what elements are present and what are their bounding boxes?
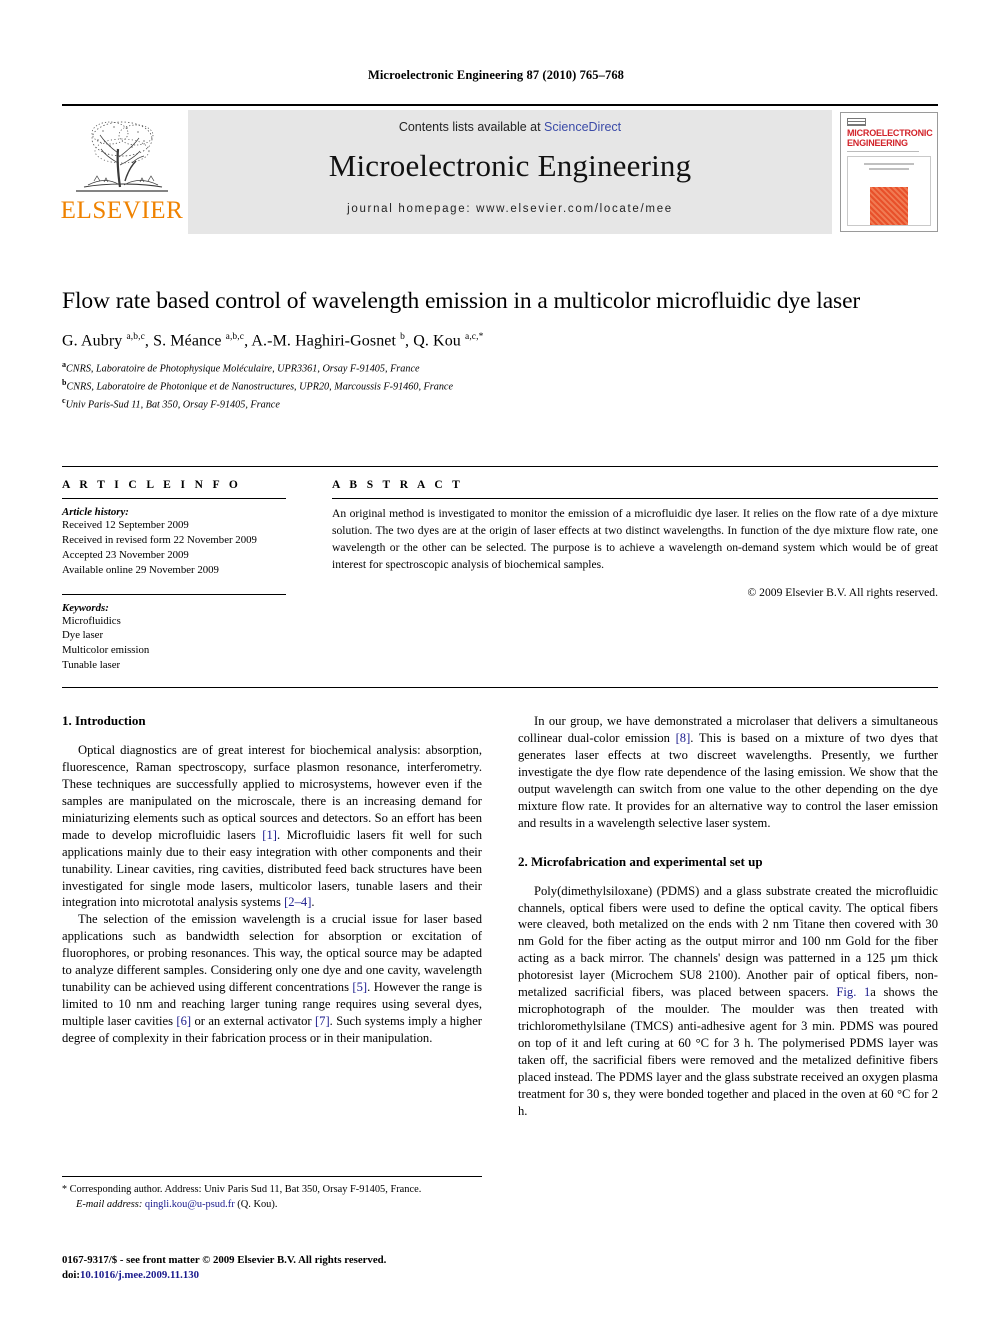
- affiliation-item: aCNRS, Laboratoire de Photophysique Molé…: [62, 360, 420, 375]
- article-history-item: Available online 29 November 2009: [62, 563, 219, 576]
- info-abstract-band: A R T I C L E I N F O Article history: R…: [62, 466, 938, 689]
- affiliation-item: bCNRS, Laboratoire de Photonique et de N…: [62, 378, 453, 393]
- cover-text-line: [869, 168, 909, 170]
- article-info-heading: A R T I C L E I N F O: [62, 479, 242, 491]
- abstract-column: A B S T R A C T An original method is in…: [310, 479, 938, 673]
- elsevier-tree-icon: [70, 113, 174, 197]
- journal-title: Microelectronic Engineering: [328, 148, 692, 183]
- article-history-list: Received 12 September 2009 Received in re…: [62, 518, 286, 578]
- affiliation-item: cUniv Paris-Sud 11, Bat 350, Orsay F-914…: [62, 396, 280, 411]
- citation-link[interactable]: [7]: [315, 1014, 330, 1028]
- citation-link[interactable]: [5]: [352, 980, 367, 994]
- citation-link[interactable]: [1]: [262, 828, 277, 842]
- citation-link[interactable]: [8]: [676, 731, 691, 745]
- corresponding-author-text: * Corresponding author. Address: Univ Pa…: [62, 1183, 482, 1197]
- email-label: E-mail address:: [76, 1199, 143, 1211]
- cover-text-line: [863, 163, 915, 165]
- citation-link[interactable]: [6]: [176, 1014, 191, 1028]
- keywords-list: Microfluidics Dye laser Multicolor emissio…: [62, 614, 286, 674]
- article-info-column: A R T I C L E I N F O Article history: R…: [62, 479, 310, 673]
- issn-line: 0167-9317/$ - see front matter © 2009 El…: [62, 1254, 387, 1266]
- article-history-item: Accepted 23 November 2009: [62, 548, 189, 561]
- doi-link[interactable]: 10.1016/j.mee.2009.11.130: [80, 1269, 199, 1281]
- keyword-item: Tunable laser: [62, 659, 121, 672]
- journal-cover-thumbnail: MICROELECTRONIC ENGINEERING: [840, 112, 938, 232]
- article-title-block: Flow rate based control of wavelength em…: [62, 286, 938, 413]
- elsevier-logo: ELSEVIER: [60, 110, 184, 234]
- paper-page: Microelectronic Engineering 87 (2010) 76…: [0, 0, 992, 1323]
- corresponding-author-address: Corresponding author. Address: Univ Pari…: [67, 1184, 422, 1195]
- article-history-item: Received 12 September 2009: [62, 519, 189, 531]
- keywords-label: Keywords:: [62, 601, 109, 614]
- elsevier-wordmark: ELSEVIER: [60, 197, 184, 224]
- paragraph-group-work: In our group, we have demonstrated a mic…: [518, 714, 938, 830]
- affiliation-list: aCNRS, Laboratoire de Photophysique Molé…: [62, 359, 938, 413]
- abstract-copyright: © 2009 Elsevier B.V. All rights reserved…: [747, 585, 938, 599]
- paragraph-intro-2: The selection of the emission wavelength…: [62, 912, 482, 1045]
- email-line: E-mail address: qingli.kou@u-psud.fr (Q.…: [62, 1199, 482, 1210]
- journal-masthead: ELSEVIER Contents lists available at Sci…: [60, 104, 938, 234]
- paragraph-microfabrication: Poly(dimethylsiloxane) (PDMS) and a glas…: [518, 883, 938, 1118]
- paragraph-intro-1: Optical diagnostics are of great interes…: [62, 743, 482, 910]
- running-head: Microelectronic Engineering 87 (2010) 76…: [367, 68, 625, 82]
- section-heading-microfabrication: 2. Microfabrication and experimental set…: [518, 853, 763, 869]
- keyword-item: Multicolor emission: [62, 644, 150, 657]
- divider: [62, 593, 286, 595]
- keyword-item: Microfluidics: [62, 614, 121, 627]
- corresponding-author-footnote: * Corresponding author. Address: Univ Pa…: [62, 1176, 482, 1210]
- keywords-block: Keywords: Microfluidics Dye laser Multicol…: [62, 593, 286, 674]
- figure-link[interactable]: Fig. 1: [836, 985, 870, 999]
- cover-artwork: [847, 156, 931, 226]
- divider: [332, 498, 938, 499]
- author-list: G. Aubry a,b,c, S. Méance a,b,c, A.-M. H…: [62, 332, 484, 350]
- contents-prefix: Contents lists available at: [398, 120, 545, 134]
- article-history-label: Article history:: [62, 506, 129, 518]
- contents-available-line: Contents lists available at ScienceDirec…: [399, 120, 621, 134]
- imprint-block: 0167-9317/$ - see front matter © 2009 El…: [62, 1253, 492, 1282]
- journal-banner: Contents lists available at ScienceDirec…: [188, 110, 832, 234]
- journal-homepage-link[interactable]: journal homepage: www.elsevier.com/locat…: [347, 203, 673, 215]
- section-heading-introduction: 1. Introduction: [62, 713, 146, 728]
- cover-subtitle-rule: [847, 151, 920, 152]
- body-columns: 1. Introduction Optical diagnostics are …: [62, 713, 938, 1120]
- cover-title-line2: ENGINEERING: [847, 137, 908, 148]
- cover-image-square: [870, 187, 908, 225]
- left-column: 1. Introduction Optical diagnostics are …: [62, 713, 482, 1120]
- abstract-heading: A B S T R A C T: [332, 479, 464, 491]
- keyword-item: Dye laser: [62, 629, 104, 642]
- abstract-text: An original method is investigated to mo…: [332, 507, 938, 571]
- cover-elsevier-mark-icon: [847, 118, 866, 127]
- sciencedirect-link[interactable]: ScienceDirect: [544, 120, 621, 134]
- citation-link[interactable]: [2–4]: [284, 895, 311, 909]
- article-history-item: Received in revised form 22 November 200…: [62, 533, 257, 546]
- doi-line: doi:10.1016/j.mee.2009.11.130: [62, 1268, 492, 1283]
- right-column: In our group, we have demonstrated a mic…: [518, 713, 938, 1120]
- doi-prefix: doi:: [62, 1268, 80, 1281]
- divider: [62, 498, 286, 499]
- email-link[interactable]: qingli.kou@u-psud.fr: [145, 1199, 235, 1210]
- page-title: Flow rate based control of wavelength em…: [62, 288, 861, 314]
- email-owner: (Q. Kou).: [234, 1199, 278, 1211]
